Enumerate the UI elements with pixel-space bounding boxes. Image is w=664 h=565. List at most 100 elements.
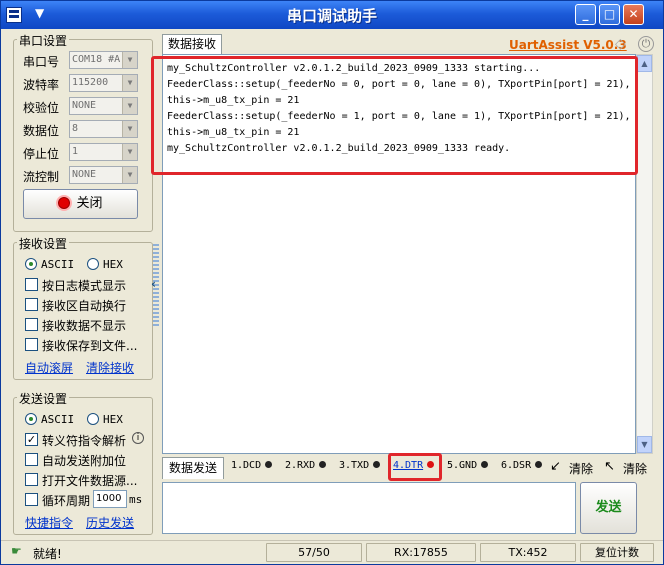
send-button[interactable]: 发送 — [580, 482, 637, 534]
baud-select[interactable]: 115200 ▼ — [69, 74, 138, 92]
auto-append-checkbox[interactable] — [25, 453, 38, 466]
reset-count-button[interactable]: 复位计数 — [580, 543, 654, 562]
chevron-down-icon[interactable]: ▼ — [122, 167, 137, 183]
auto-scroll-link[interactable]: 自动滚屏 — [25, 359, 73, 376]
recv-hex-label: HEX — [103, 258, 123, 271]
close-window-button[interactable]: ✕ — [623, 4, 644, 25]
loop-unit-label: ms — [129, 493, 143, 506]
chevron-down-icon[interactable]: ▼ — [122, 75, 137, 91]
maximize-button[interactable]: □ — [599, 4, 620, 25]
status-ready-icon: ☛ — [11, 544, 22, 558]
minimize-button[interactable]: _ — [575, 4, 596, 25]
highlight-box-receive — [151, 56, 638, 175]
save-to-file-checkbox[interactable] — [25, 338, 38, 351]
chevron-down-icon[interactable]: ▼ — [122, 121, 137, 137]
baud-value: 115200 — [72, 77, 109, 88]
send-ascii-label: ASCII — [41, 413, 75, 426]
app-window: ▼ 串口调试助手 _ □ ✕ 串口设置 串口号 COM18 #A ▼ 波特率 11… — [0, 0, 664, 565]
save-to-file-label: 接收保存到文件... — [42, 339, 138, 353]
clear-receive-link[interactable]: 清除接收 — [86, 359, 134, 376]
status-count: 57/50 — [266, 543, 362, 562]
signal-txd: 3.TXD — [339, 460, 381, 471]
auto-wrap-checkbox[interactable] — [25, 298, 38, 311]
stopbits-select[interactable]: 1 ▼ — [69, 143, 138, 161]
signal-dsr: 6.DSR — [501, 460, 543, 471]
flow-value: NONE — [72, 169, 97, 180]
quick-commands-link[interactable]: 快捷指令 — [25, 514, 73, 531]
flow-select[interactable]: NONE ▼ — [69, 166, 138, 184]
log-mode-checkbox[interactable] — [25, 278, 38, 291]
send-settings-legend: 发送设置 — [17, 390, 70, 407]
status-ready-text: 就绪! — [33, 547, 62, 561]
title-bar[interactable]: ▼ 串口调试助手 _ □ ✕ — [1, 1, 663, 29]
chevron-down-icon[interactable]: ▼ — [122, 52, 137, 68]
signal-dsr-label: 6.DSR — [501, 460, 532, 471]
clear-count-arrow-icon[interactable]: ↖ — [604, 459, 615, 474]
signal-txd-dot-icon — [373, 461, 381, 468]
loop-period-input[interactable]: 1000 — [93, 490, 127, 508]
send-history-link[interactable]: 历史发送 — [86, 514, 134, 531]
window-title: 串口调试助手 — [286, 7, 377, 25]
recv-ascii-radio[interactable] — [25, 258, 37, 270]
file-source-label: 打开文件数据源... — [42, 474, 138, 488]
scroll-down-icon[interactable]: ▼ — [637, 436, 652, 453]
clear-count-button[interactable]: 清除 — [623, 460, 647, 477]
recv-hex-radio[interactable] — [87, 258, 99, 270]
close-port-label: 关闭 — [76, 196, 103, 211]
gem-icon[interactable]: ◇ — [615, 36, 626, 52]
flow-label: 流控制 — [23, 170, 60, 184]
close-port-button[interactable]: 关闭 — [23, 189, 138, 219]
databits-label: 数据位 — [23, 124, 60, 138]
chevron-down-icon[interactable]: ▼ — [122, 144, 137, 160]
log-mode-label: 按日志模式显示 — [42, 279, 127, 293]
signal-gnd-dot-icon — [481, 461, 489, 468]
signal-rxd-dot-icon — [319, 461, 327, 468]
send-hex-radio[interactable] — [87, 413, 99, 425]
auto-wrap-label: 接收区自动换行 — [42, 299, 127, 313]
status-rx: RX:17855 — [366, 543, 476, 562]
parity-value: NONE — [72, 100, 97, 111]
file-source-checkbox[interactable] — [25, 473, 38, 486]
escape-parse-checkbox[interactable]: ✓ — [25, 433, 38, 446]
tab-receive[interactable]: 数据接收 — [162, 34, 222, 55]
baud-label: 波特率 — [23, 78, 60, 92]
highlight-box-dtr — [388, 453, 442, 481]
send-ascii-radio[interactable] — [25, 413, 37, 425]
parity-label: 校验位 — [23, 101, 60, 115]
scroll-up-icon[interactable]: ▲ — [637, 55, 652, 72]
databits-value: 8 — [72, 123, 79, 134]
loop-checkbox[interactable] — [25, 493, 38, 506]
receive-settings-legend: 接收设置 — [17, 235, 70, 252]
hide-data-checkbox[interactable] — [25, 318, 38, 331]
signal-dcd-label: 1.DCD — [231, 460, 262, 471]
send-hex-label: HEX — [103, 413, 123, 426]
signal-gnd: 5.GND — [447, 460, 489, 471]
power-icon[interactable]: ⏻ — [638, 36, 654, 52]
hide-data-label: 接收数据不显示 — [42, 319, 127, 333]
signal-txd-label: 3.TXD — [339, 460, 370, 471]
port-label: 串口号 — [23, 55, 60, 69]
send-textarea[interactable] — [162, 482, 576, 534]
loop-label: 循环周期 — [42, 494, 91, 508]
databits-select[interactable]: 8 ▼ — [69, 120, 138, 138]
signal-dsr-dot-icon — [535, 461, 543, 468]
receive-scrollbar[interactable]: ▲ ▼ — [636, 54, 653, 454]
brand-link[interactable]: UartAssist V5.0.3 — [509, 38, 627, 52]
signal-rxd-label: 2.RXD — [285, 460, 316, 471]
chevron-down-icon[interactable]: ▼ — [122, 98, 137, 114]
clear-send-button[interactable]: 清除 — [569, 460, 593, 477]
status-led-icon — [58, 197, 71, 209]
port-select[interactable]: COM18 #A ▼ — [69, 51, 138, 69]
escape-parse-label: 转义符指令解析 — [42, 434, 127, 448]
port-value: COM18 #A — [72, 54, 121, 65]
signal-dcd-dot-icon — [265, 461, 273, 468]
recv-ascii-label: ASCII — [41, 258, 75, 271]
clear-send-arrow-icon[interactable]: ↙ — [550, 459, 561, 474]
status-tx: TX:452 — [480, 543, 576, 562]
tab-send[interactable]: 数据发送 — [162, 457, 224, 479]
stopbits-value: 1 — [72, 146, 79, 157]
stopbits-label: 停止位 — [23, 147, 60, 161]
info-icon[interactable]: i — [132, 432, 144, 444]
parity-select[interactable]: NONE ▼ — [69, 97, 138, 115]
collapse-chevron-icon[interactable]: ‹ — [151, 277, 156, 291]
